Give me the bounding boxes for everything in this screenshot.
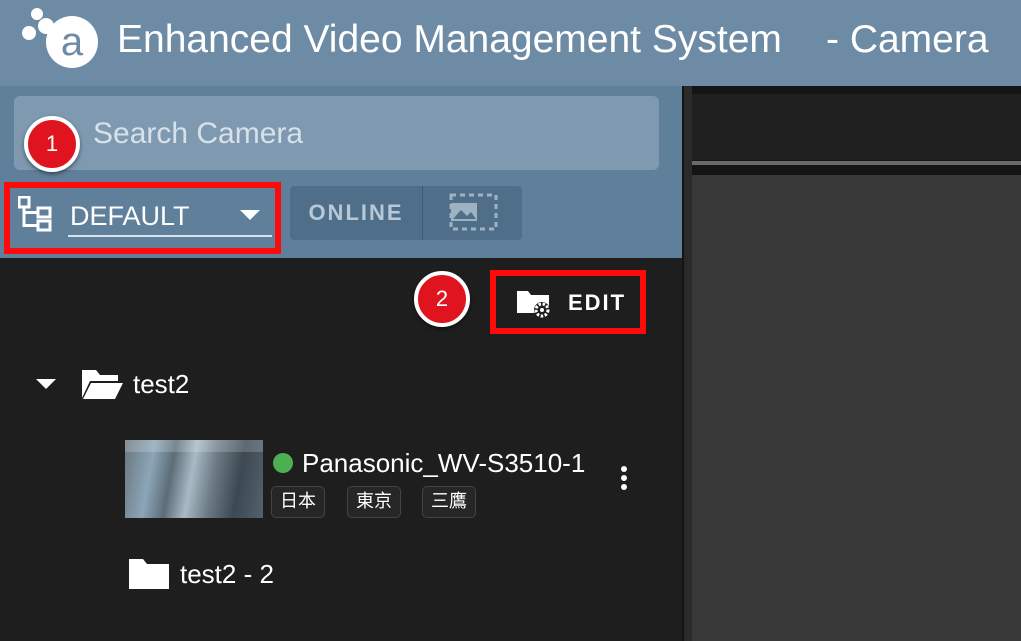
app-logo-icon: a xyxy=(22,8,98,68)
folder-name[interactable]: test2 xyxy=(133,366,189,402)
step-marker-2: 2 xyxy=(414,271,470,327)
edit-button[interactable]: EDIT xyxy=(490,270,646,334)
app-header: a Enhanced Video Management System - Cam… xyxy=(0,0,1021,86)
viewer-header xyxy=(692,94,1021,160)
app-title: Enhanced Video Management System xyxy=(117,18,782,61)
edit-button-label: EDIT xyxy=(568,290,627,315)
folder-icon xyxy=(129,559,169,589)
thumbnail-toggle-button[interactable] xyxy=(423,186,522,240)
hierarchy-icon xyxy=(18,196,52,232)
panel-divider xyxy=(684,86,692,641)
thumbnail-icon xyxy=(449,193,498,231)
step-marker-1: 1 xyxy=(24,116,80,172)
search-input[interactable]: Search Camera xyxy=(14,96,659,170)
group-select-underline xyxy=(68,235,272,237)
camera-thumbnail[interactable] xyxy=(125,440,263,518)
folder-settings-icon xyxy=(517,291,550,318)
group-select[interactable]: DEFAULT xyxy=(70,198,190,234)
online-toggle-button[interactable]: ONLINE xyxy=(290,186,422,240)
page-title: - Camera xyxy=(826,18,989,61)
folder-open-icon xyxy=(82,370,123,399)
online-status-icon xyxy=(273,453,293,473)
more-options-icon[interactable] xyxy=(616,464,632,492)
camera-tag: 東京 xyxy=(347,486,401,518)
view-toggle: ONLINE xyxy=(290,186,522,240)
camera-tag: 日本 xyxy=(271,486,325,518)
svg-text:a: a xyxy=(61,20,84,64)
viewer-separator xyxy=(692,161,1021,165)
video-area[interactable] xyxy=(692,175,1021,641)
search-placeholder: Search Camera xyxy=(93,117,304,150)
expand-caret-icon[interactable] xyxy=(36,379,56,389)
folder-name[interactable]: test2 - 2 xyxy=(180,556,274,592)
camera-tag: 三鷹 xyxy=(422,486,476,518)
thumbnail-overlay xyxy=(125,440,263,452)
chevron-down-icon[interactable] xyxy=(240,210,260,220)
camera-name[interactable]: Panasonic_WV-S3510-1 xyxy=(302,446,588,480)
